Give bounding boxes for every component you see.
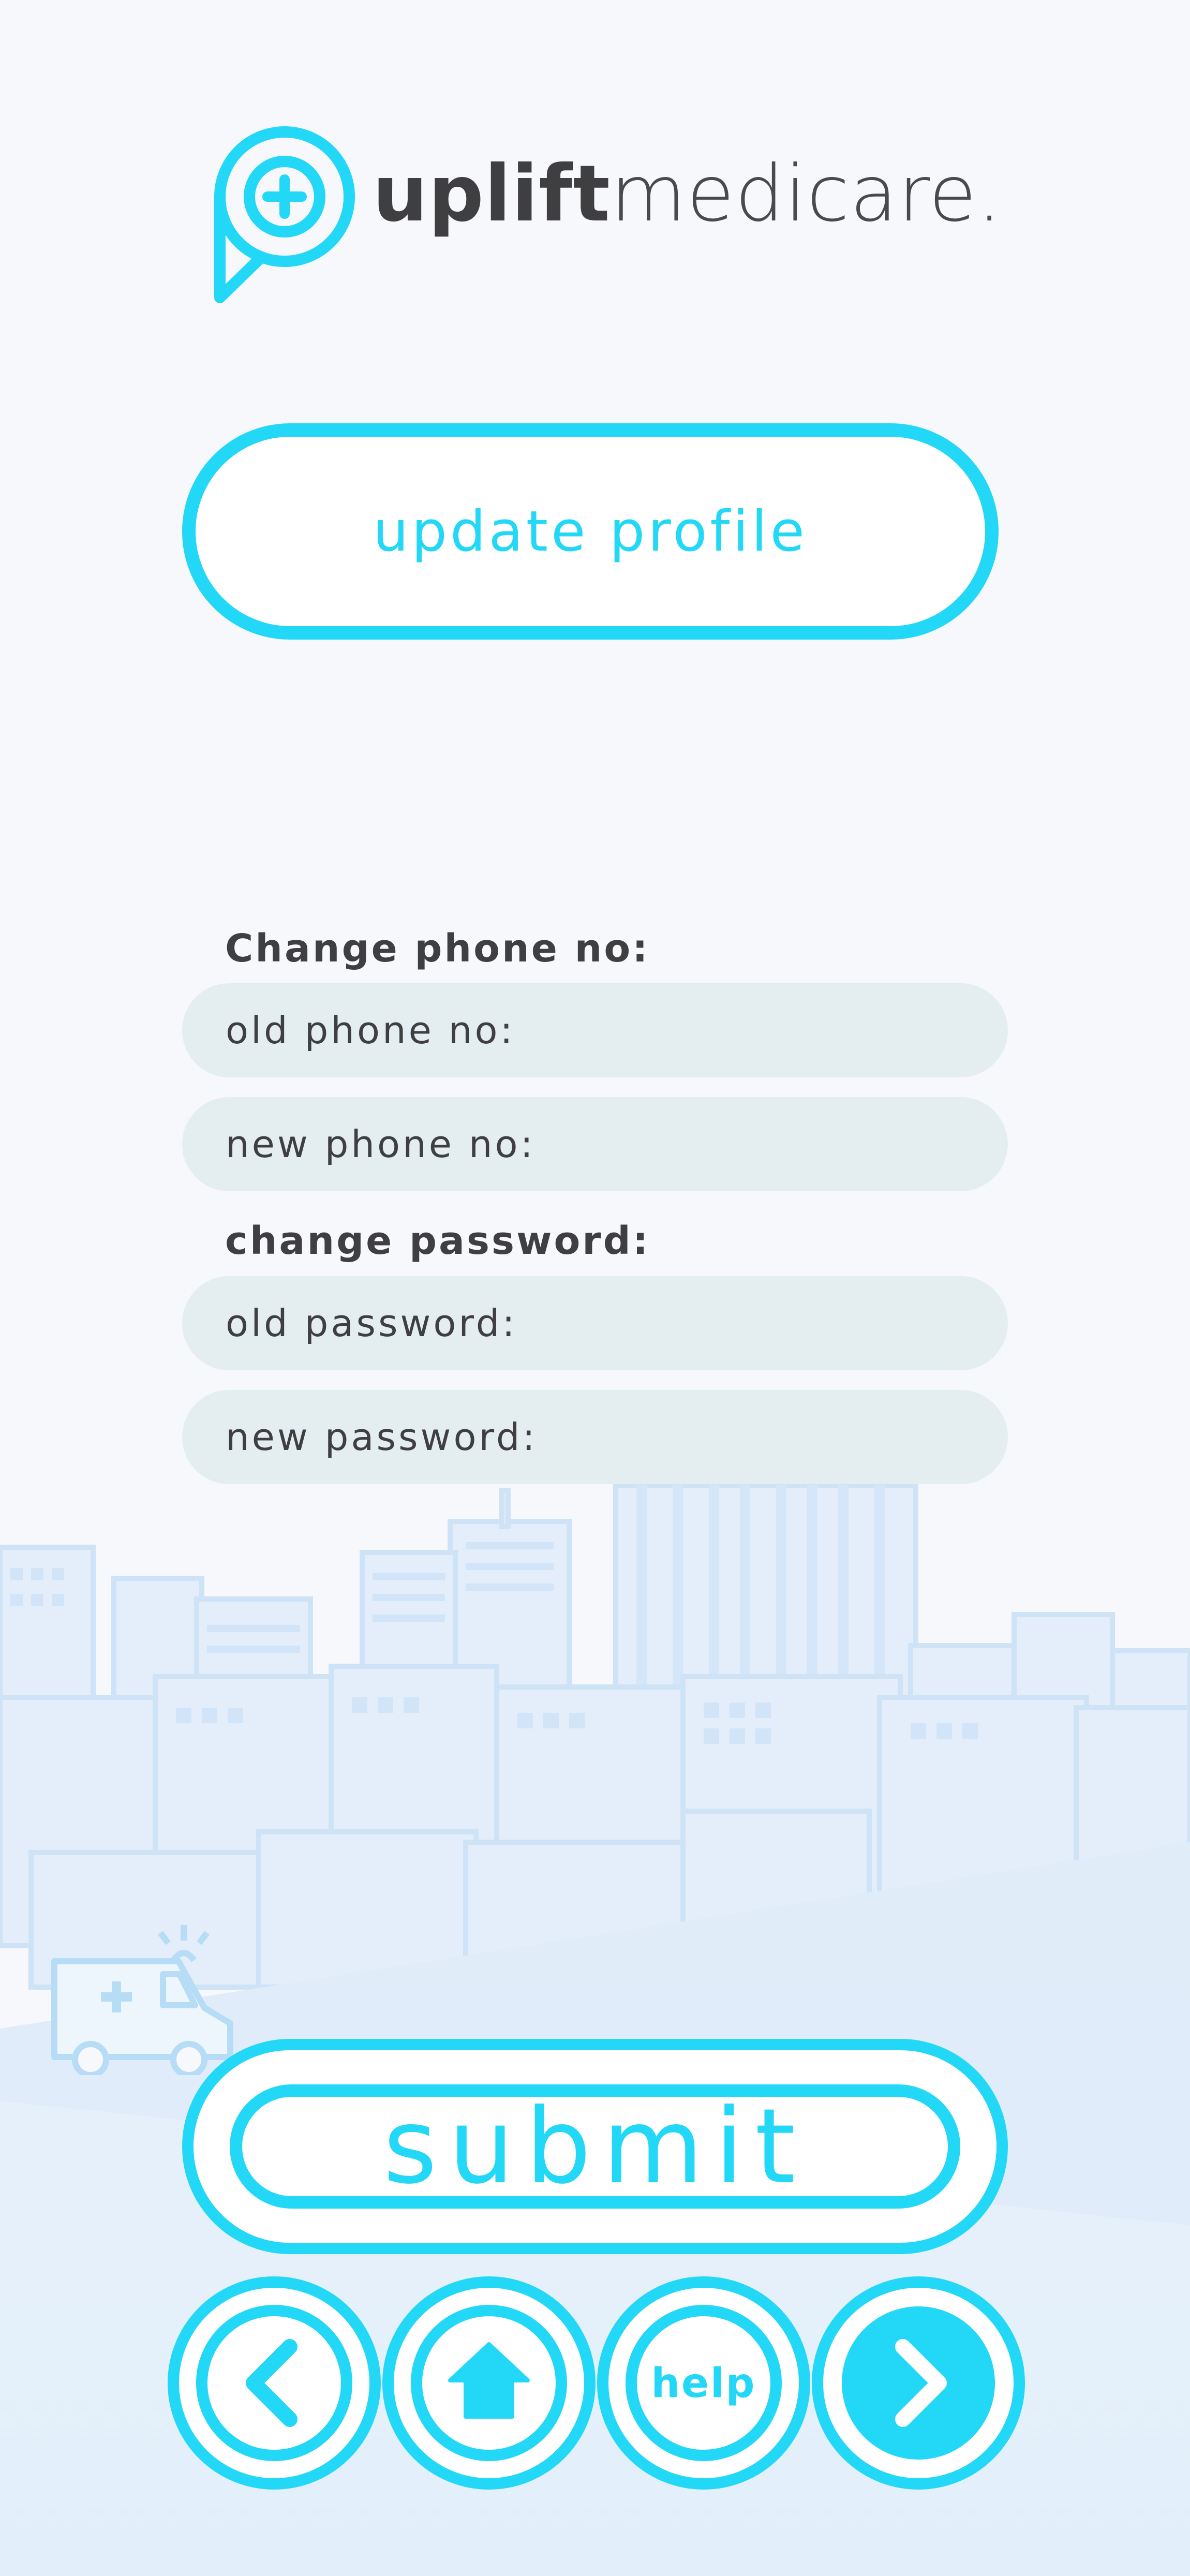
brand-name-bold: uplift	[373, 149, 611, 239]
old-phone-input[interactable]	[225, 1008, 1008, 1053]
old-password-field[interactable]	[182, 1276, 1008, 1370]
new-password-field[interactable]	[182, 1390, 1008, 1484]
submit-button-inner[interactable]: submit	[230, 2084, 960, 2209]
brand-name-light: medicare.	[610, 149, 1002, 239]
submit-button[interactable]: submit	[182, 2039, 1008, 2254]
new-password-input[interactable]	[225, 1415, 1008, 1459]
help-button[interactable]: help	[595, 2274, 812, 2492]
back-button[interactable]	[166, 2274, 383, 2492]
phone-section-label: Change phone no:	[225, 926, 650, 971]
home-button[interactable]	[380, 2274, 598, 2492]
ambulance-icon	[51, 1925, 233, 2075]
next-button[interactable]	[810, 2274, 1027, 2492]
new-phone-input[interactable]	[225, 1122, 1008, 1166]
submit-label: submit	[383, 2086, 807, 2207]
brand-logo-icon	[214, 126, 355, 303]
old-phone-field[interactable]	[182, 983, 1008, 1077]
page-title: update profile	[373, 499, 808, 564]
help-label: help	[651, 2360, 756, 2407]
new-phone-field[interactable]	[182, 1097, 1008, 1191]
password-section-label: change password:	[225, 1219, 650, 1263]
page-title-pill: update profile	[182, 423, 999, 640]
brand-wordmark: upliftmedicare.	[373, 155, 1002, 233]
old-password-input[interactable]	[225, 1301, 1008, 1345]
